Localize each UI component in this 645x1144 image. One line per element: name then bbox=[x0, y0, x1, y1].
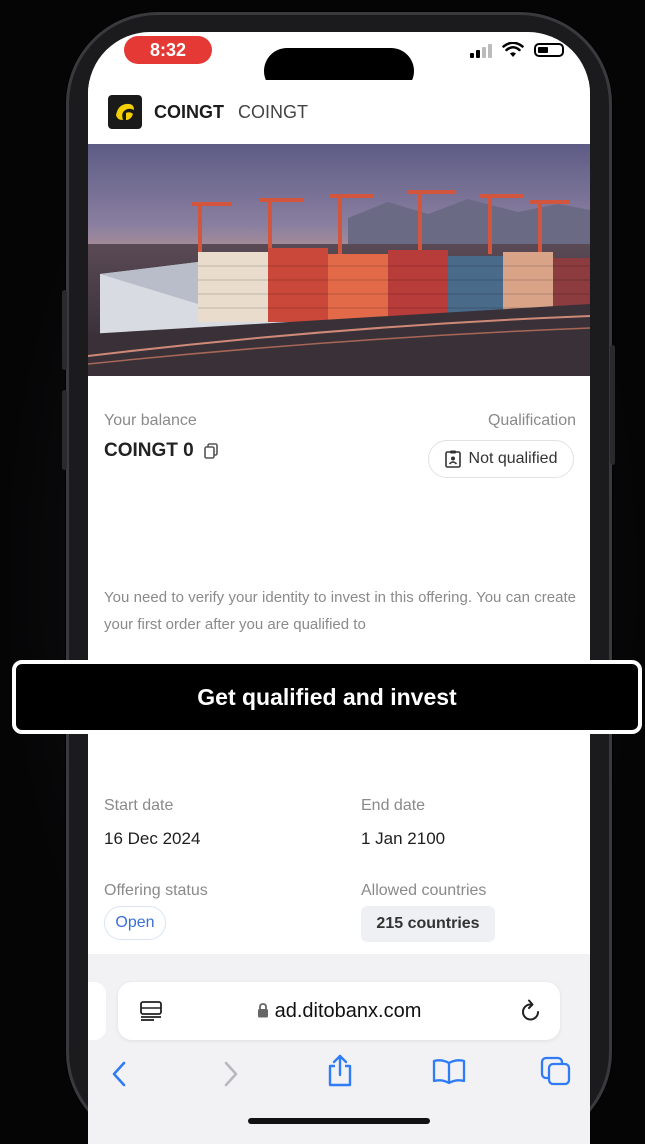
end-date-label: End date bbox=[361, 797, 426, 814]
brand-secondary: COINGT bbox=[238, 101, 308, 122]
home-indicator bbox=[248, 1118, 430, 1124]
status-icons bbox=[470, 42, 564, 58]
qualification-label: Qualification bbox=[487, 412, 576, 429]
brand-name: COINGT bbox=[154, 101, 224, 122]
reload-icon[interactable] bbox=[520, 999, 542, 1023]
qualification-status-badge: Not qualified bbox=[428, 440, 574, 478]
volume-up-button bbox=[62, 290, 67, 370]
get-qualified-invest-button[interactable]: Get qualified and invest bbox=[12, 660, 642, 734]
url-text: ad.ditobanx.com bbox=[274, 1000, 422, 1022]
tabs-icon[interactable] bbox=[540, 1056, 572, 1086]
start-date-label: Start date bbox=[104, 797, 174, 814]
address-bar[interactable]: ad.ditobanx.com bbox=[118, 982, 560, 1040]
verification-note: You need to verify your identity to inve… bbox=[104, 589, 576, 633]
start-date-value: 16 Dec 2024 bbox=[104, 829, 201, 848]
bookmarks-icon[interactable] bbox=[432, 1058, 466, 1084]
allowed-countries-label: Allowed countries bbox=[361, 882, 487, 899]
url-row: ad.ditobanx.com bbox=[118, 1000, 560, 1023]
power-button bbox=[610, 345, 615, 465]
balance-value-row: COINGT 0 bbox=[104, 440, 218, 462]
status-time: 8:32 bbox=[124, 36, 212, 64]
offering-status-badge: Open bbox=[104, 906, 166, 940]
clipboard-id-icon bbox=[444, 450, 461, 468]
phone-screen: 8:32 COINGT COINGT Your balance COINGT 0… bbox=[88, 32, 590, 1144]
balance-value: COINGT 0 bbox=[104, 440, 194, 461]
back-icon[interactable] bbox=[110, 1060, 128, 1088]
allowed-countries-badge[interactable]: 215 countries bbox=[361, 906, 495, 942]
wifi-icon bbox=[502, 42, 524, 57]
previous-tab-edge[interactable] bbox=[88, 982, 106, 1040]
offering-status-label: Offering status bbox=[104, 882, 208, 899]
end-date-value: 1 Jan 2100 bbox=[361, 829, 446, 848]
hero-image-port bbox=[88, 144, 590, 376]
app-header: COINGT COINGT bbox=[88, 80, 590, 144]
balance-label: Your balance bbox=[104, 412, 197, 429]
forward-icon[interactable] bbox=[222, 1060, 240, 1088]
copy-icon[interactable] bbox=[203, 443, 218, 459]
share-icon[interactable] bbox=[326, 1054, 354, 1088]
browser-toolbar: ad.ditobanx.com bbox=[88, 954, 590, 1144]
volume-down-button bbox=[62, 390, 67, 470]
brand-logo[interactable] bbox=[108, 95, 142, 129]
qualification-status: Not qualified bbox=[468, 450, 558, 467]
lock-icon bbox=[257, 1003, 268, 1018]
battery-icon bbox=[534, 43, 564, 57]
signal-icon bbox=[470, 42, 492, 58]
